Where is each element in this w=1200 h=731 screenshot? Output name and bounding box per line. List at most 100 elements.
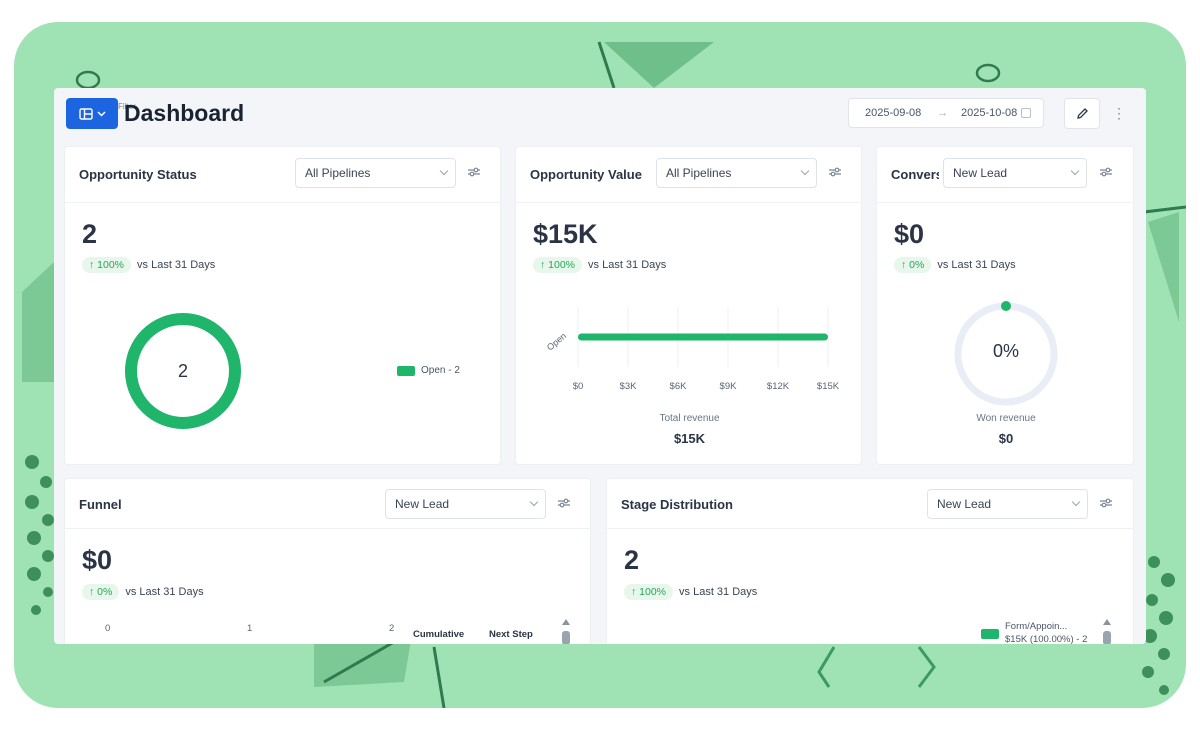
gauge-marker: [1001, 301, 1011, 311]
background-frame: Filter Dashboard 2025-09-08 → 2025-10-08…: [14, 22, 1186, 708]
won-revenue-value: $0: [998, 431, 1014, 446]
won-revenue-label: Won revenue: [976, 413, 1036, 424]
kebab-menu-icon[interactable]: ⋮: [1112, 104, 1126, 122]
select-value: New Lead: [937, 497, 992, 511]
card-title: Convers: [891, 167, 939, 182]
legend-text: Form/Appoin... $15K (100.00%) - 2: [1005, 621, 1087, 644]
chevron-down-icon: [800, 166, 810, 176]
change-badge: ↑ 100%: [624, 584, 674, 600]
scroll-up-icon[interactable]: [562, 619, 570, 625]
card-header: Funnel New Lead: [65, 479, 590, 529]
opportunity-status-card: Opportunity Status All Pipelines 2 ↑ 100…: [64, 146, 501, 465]
col-cumulative-header: Cumulative: [413, 629, 465, 640]
gauge-center-value: 0%: [992, 341, 1019, 361]
x-tick-label: $6K: [670, 381, 688, 392]
stage-select[interactable]: New Lead: [927, 489, 1088, 519]
conversion-card: Convers New Lead $0 ↑ 0% vs Last 31 Days…: [876, 146, 1134, 465]
sliders-icon[interactable]: [467, 166, 481, 178]
legend-open[interactable]: Open - 2: [397, 365, 460, 376]
trend-row: ↑ 100% vs Last 31 Days: [624, 584, 757, 600]
x-tick-label: $12K: [767, 381, 790, 392]
chevron-down-icon: [1071, 497, 1081, 507]
pencil-icon: [1076, 108, 1088, 119]
sliders-icon[interactable]: [557, 497, 571, 509]
layout-grid-icon: [78, 107, 93, 120]
bar-open[interactable]: [578, 333, 828, 341]
layout-toggle-button[interactable]: [66, 98, 118, 129]
chevron-down-icon: [439, 166, 449, 176]
funnel-card: Funnel New Lead $0 ↑ 0% vs Last 31 Days …: [64, 478, 591, 644]
card-title: Opportunity Status: [79, 167, 197, 182]
trend-row: ↑ 100% vs Last 31 Days: [533, 257, 666, 273]
kpi-value: $15K: [533, 219, 598, 249]
pipeline-select[interactable]: All Pipelines: [656, 158, 817, 188]
date-end[interactable]: 2025-10-08: [961, 107, 1017, 119]
scroll-up-icon[interactable]: [1103, 619, 1111, 625]
x-tick-label: $3K: [620, 381, 638, 392]
card-title: Stage Distribution: [621, 497, 733, 512]
card-title: Funnel: [79, 497, 122, 512]
period-label: vs Last 31 Days: [588, 259, 667, 271]
opportunity-value-card: Opportunity Value All Pipelines $15K ↑ 1…: [515, 146, 862, 465]
card-header: Stage Distribution New Lead: [607, 479, 1133, 529]
app-window: Filter Dashboard 2025-09-08 → 2025-10-08…: [54, 88, 1146, 644]
change-badge: ↑ 0%: [82, 584, 120, 600]
legend-swatch: [981, 629, 999, 639]
card-header: Convers New Lead: [877, 147, 1133, 203]
chevron-down-icon: [96, 110, 106, 117]
x-tick-label: $15K: [817, 381, 840, 392]
x-tick-label: $0: [573, 381, 584, 392]
calendar-icon[interactable]: [1021, 108, 1031, 118]
sliders-icon[interactable]: [828, 166, 842, 178]
pipeline-select[interactable]: All Pipelines: [295, 158, 456, 188]
funnel-axis-tick: 1: [247, 623, 253, 634]
change-badge: ↑ 100%: [533, 257, 583, 273]
trend-row: ↑ 100% vs Last 31 Days: [82, 257, 215, 273]
period-label: vs Last 31 Days: [125, 586, 204, 598]
select-value: All Pipelines: [666, 166, 732, 180]
date-start[interactable]: 2025-09-08: [865, 107, 921, 119]
legend-sublabel: $15K (100.00%) - 2: [1005, 634, 1088, 644]
card-title: Opportunity Value: [530, 167, 642, 182]
stage-select[interactable]: New Lead: [385, 489, 546, 519]
scrollbar-thumb[interactable]: [562, 631, 570, 644]
kpi-value: $0: [82, 545, 113, 575]
y-category-label: Open: [545, 331, 568, 353]
kpi-value: $0: [894, 219, 925, 249]
top-bar: Filter Dashboard 2025-09-08 → 2025-10-08…: [54, 88, 1146, 138]
donut-center-value: 2: [177, 361, 188, 381]
chevron-down-icon: [529, 497, 539, 507]
legend-label: Form/Appoin...: [1005, 621, 1068, 632]
page-title: Dashboard: [124, 100, 245, 126]
period-label: vs Last 31 Days: [679, 586, 758, 598]
funnel-axis-tick: 2: [389, 623, 395, 634]
card-header: Opportunity Value All Pipelines: [516, 147, 861, 203]
legend-swatch: [397, 366, 415, 376]
change-badge: ↑ 0%: [894, 257, 932, 273]
legend-form-appointment[interactable]: Form/Appoin... $15K (100.00%) - 2: [981, 621, 1087, 644]
revenue-bar-chart: $0 $3K $6K $9K $12K $15K Open: [545, 307, 840, 392]
kpi-value: 2: [624, 545, 640, 575]
arrow-right-icon: →: [937, 107, 948, 119]
funnel-axis-tick: 0: [105, 623, 111, 634]
change-badge: ↑ 100%: [82, 257, 132, 273]
select-value: All Pipelines: [305, 166, 371, 180]
stage-distribution-card: Stage Distribution New Lead 2 ↑ 100% vs …: [606, 478, 1134, 644]
chevron-down-icon: [1070, 166, 1080, 176]
trend-row: ↑ 0% vs Last 31 Days: [82, 584, 204, 600]
period-label: vs Last 31 Days: [137, 259, 216, 271]
period-label: vs Last 31 Days: [937, 259, 1016, 271]
kpi-value: 2: [82, 219, 98, 249]
scrollbar-thumb[interactable]: [1103, 631, 1111, 644]
trend-row: ↑ 0% vs Last 31 Days: [894, 257, 1016, 273]
sliders-icon[interactable]: [1099, 166, 1113, 178]
card-header: Opportunity Status All Pipelines: [65, 147, 500, 203]
edit-button[interactable]: [1064, 98, 1100, 129]
date-range-picker[interactable]: 2025-09-08 → 2025-10-08: [848, 98, 1044, 128]
stage-select[interactable]: New Lead: [943, 158, 1087, 188]
sliders-icon[interactable]: [1099, 497, 1113, 509]
legend-label: Open - 2: [421, 365, 460, 376]
total-revenue-label: Total revenue: [659, 413, 720, 424]
total-revenue-value: $15K: [673, 431, 706, 446]
x-tick-label: $9K: [720, 381, 738, 392]
